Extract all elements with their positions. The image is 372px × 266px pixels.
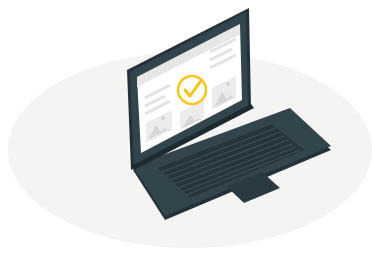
check-icon <box>176 74 208 106</box>
laptop-illustration-svg <box>8 8 372 248</box>
laptop-illustration <box>0 0 372 266</box>
